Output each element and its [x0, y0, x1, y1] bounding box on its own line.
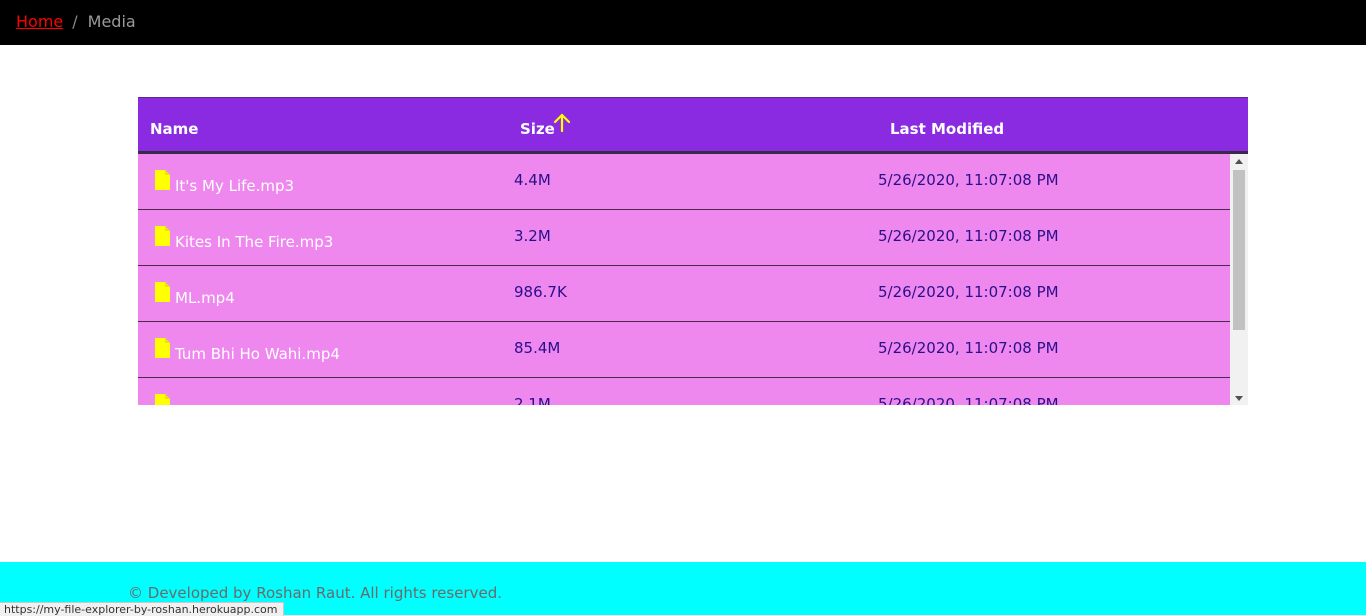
- table-row[interactable]: ML.mp4 986.7K 5/26/2020, 11:07:08 PM: [138, 266, 1230, 322]
- file-last-modified: 5/26/2020, 11:07:08 PM: [878, 171, 1059, 189]
- table-row[interactable]: Kites In The Fire.mp3 3.2M 5/26/2020, 11…: [138, 210, 1230, 266]
- file-icon: [155, 394, 170, 405]
- table-rows: It's My Life.mp3 4.4M 5/26/2020, 11:07:0…: [138, 154, 1230, 405]
- file-size: 4.4M: [514, 171, 551, 189]
- file-last-modified: 5/26/2020, 11:07:08 PM: [878, 339, 1059, 357]
- file-size: 85.4M: [514, 339, 561, 357]
- scroll-down-arrow-icon[interactable]: [1230, 391, 1248, 405]
- table-row[interactable]: Tum Bhi Ho Wahi.mp4 85.4M 5/26/2020, 11:…: [138, 322, 1230, 378]
- scroll-up-arrow-icon[interactable]: [1230, 154, 1248, 168]
- file-name-link[interactable]: It's My Life.mp3: [175, 177, 294, 195]
- table-header: Name Size Last Modified: [138, 97, 1248, 154]
- breadcrumb-home-link[interactable]: Home: [16, 12, 63, 32]
- top-navbar: Home / Media: [0, 0, 1366, 45]
- breadcrumb-separator: /: [72, 12, 78, 31]
- column-header-last-modified[interactable]: Last Modified: [890, 120, 1004, 138]
- file-name-link[interactable]: Kites In The Fire.mp3: [175, 233, 333, 251]
- browser-status-url: https://my-file-explorer-by-roshan.herok…: [0, 602, 285, 616]
- file-name-link[interactable]: ML.mp4: [175, 289, 235, 307]
- file-name-link[interactable]: Tum Bhi Ho Wahi.mp4: [175, 345, 340, 363]
- file-last-modified: 5/26/2020, 11:07:08 PM: [878, 395, 1059, 405]
- table-row[interactable]: It's My Life.mp3 4.4M 5/26/2020, 11:07:0…: [138, 154, 1230, 210]
- file-size: 2.1M: [514, 395, 551, 405]
- table-body[interactable]: It's My Life.mp3 4.4M 5/26/2020, 11:07:0…: [138, 154, 1248, 405]
- sort-arrow-up-icon[interactable]: [552, 112, 572, 134]
- file-last-modified: 5/26/2020, 11:07:08 PM: [878, 227, 1059, 245]
- table-scrollbar[interactable]: [1230, 154, 1248, 405]
- file-size: 3.2M: [514, 227, 551, 245]
- file-table: Name Size Last Modified It's My Life.mp3…: [138, 97, 1248, 405]
- table-row[interactable]: 2.1M 5/26/2020, 11:07:08 PM: [138, 378, 1230, 405]
- column-header-name[interactable]: Name: [150, 120, 198, 138]
- scrollbar-thumb[interactable]: [1233, 170, 1245, 330]
- footer-copyright: © Developed by Roshan Raut. All rights r…: [128, 584, 502, 602]
- breadcrumb-current: Media: [87, 12, 136, 31]
- file-icon: [155, 170, 170, 190]
- file-icon: [155, 282, 170, 302]
- file-last-modified: 5/26/2020, 11:07:08 PM: [878, 283, 1059, 301]
- file-size: 986.7K: [514, 283, 567, 301]
- breadcrumb: Home / Media: [16, 12, 136, 32]
- column-header-size[interactable]: Size: [520, 120, 555, 138]
- file-icon: [155, 338, 170, 358]
- file-icon: [155, 226, 170, 246]
